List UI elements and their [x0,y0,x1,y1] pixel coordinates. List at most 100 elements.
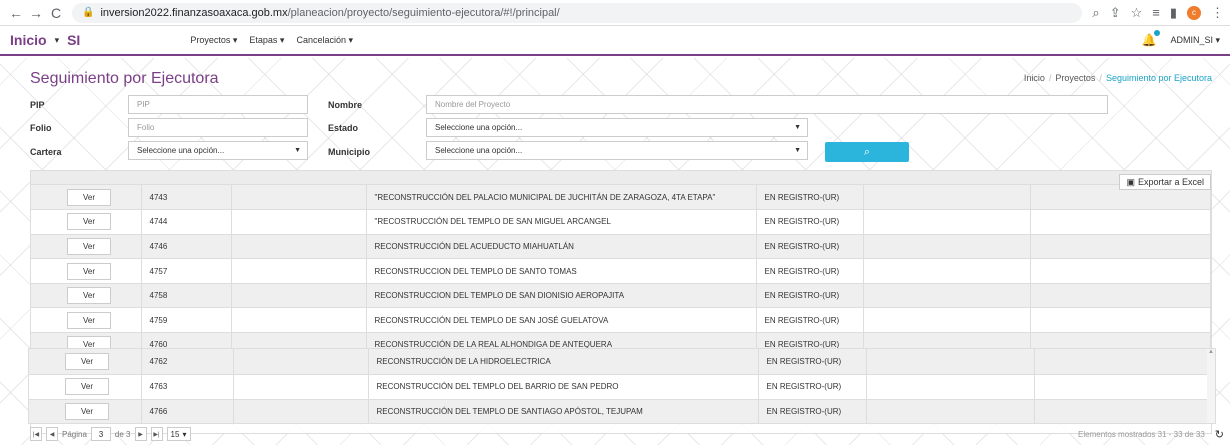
table-row: Ver 4743 "RECONSTRUCCIÓN DEL PALACIO MUNIC… [31,185,1211,211]
folio-input[interactable]: Folio [128,118,308,137]
view-cell: Ver [29,349,142,375]
empty-cell [231,209,367,235]
view-button[interactable]: Ver [67,213,111,231]
project-name-cell: RECONSTRUCCION DEL TEMPLO DE SAN DIONISI… [366,283,757,309]
project-name-cell: "RECOSTRUCCIÓN DEL TEMPLO DE SAN MIGUEL … [366,209,757,235]
folio-cell: 4743 [141,185,232,211]
user-name: ADMIN_SI [1170,34,1213,45]
folio-label: Folio [30,123,52,133]
cartera-value: Seleccione una opción... [137,146,225,155]
view-button[interactable]: Ver [67,311,111,329]
menu-etapas[interactable]: Etapas ▾ [249,35,284,46]
view-cell: Ver [31,307,142,334]
cartera-select[interactable]: Seleccione una opción... ▼ [128,141,308,160]
results-table: Ver 4743 "RECONSTRUCCIÓN DEL PALACIO MUNIC… [31,185,1211,358]
bell-icon[interactable]: 🔔 [1142,30,1161,47]
empty-cell [231,307,367,334]
project-name-cell: RECONSTRUCCION DEL TEMPLO DE SANTO TOMAS [366,258,757,284]
view-button[interactable]: Ver [67,188,111,206]
view-button[interactable]: Ver [65,352,109,370]
page-size-select[interactable]: 15 ▾ [166,427,191,441]
table-row: Ver 4762 RECONSTRUCCIÓN DE LA HIDROELECTRI… [29,349,1215,375]
profile-avatar[interactable]: c [1187,5,1201,20]
browser-toolbar: ← → C 🔒 inversion2022.finanzasoaxaca.gob… [0,0,1230,26]
status-cell: EN REGISTRO-(UR) [758,399,867,423]
prev-page-icon[interactable]: ◀ [46,427,58,441]
pager-info: Elementos mostrados 31 - 33 de 33 [1078,429,1205,439]
side-panel-icon[interactable]: ▮ [1170,5,1177,21]
page-size-value: 15 [170,429,180,439]
vertical-scrollbar[interactable]: ▲ [1207,349,1215,423]
empty-cell [1030,258,1211,284]
zoom-icon[interactable]: ⌕ [1092,5,1099,21]
last-page-icon[interactable]: ▶| [150,427,163,441]
view-button[interactable]: Ver [67,262,111,280]
user-menu[interactable]: ADMIN_SI ▾ [1170,35,1220,46]
page-label: Página [62,429,87,439]
first-page-icon[interactable]: |◀ [30,427,42,441]
page-input[interactable]: 3 [90,427,111,441]
folio-cell: 4757 [141,258,232,284]
empty-cell [1030,307,1211,334]
view-cell: Ver [31,258,142,284]
home-link[interactable]: Inicio [10,32,47,48]
project-name-cell: RECONSTRUCCIÓN DEL ACUEDUCTO MIAHUATLÁN [366,234,757,260]
results-table-overlay: Ver 4762 RECONSTRUCCIÓN DE LA HIDROELECTRI… [29,349,1215,423]
nombre-input[interactable]: Nombre del Proyecto [426,95,1108,114]
menu-label: Cancelación [296,34,346,45]
breadcrumb: Inicio / Proyectos / Seguimiento por Ejecuto… [1023,73,1212,83]
breadcrumb-inicio[interactable]: Inicio [1024,73,1045,83]
chevron-down-icon: ▼ [294,147,301,154]
estado-select[interactable]: Seleccione una opción... ▼ [426,118,808,137]
view-cell: Ver [31,209,142,235]
pip-input[interactable]: PIP [128,95,308,114]
empty-cell [866,374,1035,400]
view-button[interactable]: Ver [65,378,109,395]
empty-cell [863,283,1031,309]
folio-cell: 4763 [141,374,234,400]
excel-icon: ▣ [1126,176,1135,187]
status-cell: EN REGISTRO-(UR) [756,234,864,260]
status-cell: EN REGISTRO-(UR) [756,185,864,211]
search-button[interactable]: ⌕ [825,142,909,162]
menu-proyectos[interactable]: Proyectos ▾ [190,35,237,46]
status-cell: EN REGISTRO-(UR) [756,209,864,235]
view-button[interactable]: Ver [67,237,111,255]
page-of-label: de 3 [114,429,131,439]
estado-label: Estado [328,123,359,133]
empty-cell [866,399,1035,423]
project-name-cell: RECONSTRUCCIÓN DEL TEMPLO DE SANTIAGO AP… [368,399,759,423]
breadcrumb-proyectos[interactable]: Proyectos [1055,73,1095,83]
browser-menu-icon[interactable]: ⋮ [1211,5,1224,21]
bookmark-star-icon[interactable]: ☆ [1131,5,1143,21]
chevron-down-icon[interactable]: ▾ [55,35,60,46]
breadcrumb-current: Seguimiento por Ejecutora [1105,73,1212,83]
view-button[interactable]: Ver [65,403,109,420]
next-page-icon[interactable]: ▶ [134,427,147,441]
address-bar[interactable]: 🔒 inversion2022.finanzasoaxaca.gob.mx /p… [72,2,1083,23]
table-row: Ver 4757 RECONSTRUCCION DEL TEMPLO DE SANT… [31,258,1211,284]
forward-icon[interactable]: → [26,5,46,21]
empty-cell [1030,234,1211,260]
empty-cell [231,185,367,211]
chevron-down-icon: ▼ [794,124,801,131]
refresh-icon[interactable]: ↻ [1215,428,1224,441]
estado-value: Seleccione una opción... [435,123,523,132]
back-icon[interactable]: ← [6,5,26,21]
reload-icon[interactable]: C [46,5,66,21]
reading-list-icon[interactable]: ≡ [1152,5,1160,20]
pager: |◀ ◀ Página 3 de 3 ▶ ▶| 15 ▾ Elementos mo… [30,424,1224,444]
share-icon[interactable]: ⇪ [1110,5,1121,21]
folio-cell: 4758 [141,283,232,309]
grid-toolbar: ▣ Exportar a Excel [31,171,1211,190]
municipio-select[interactable]: Seleccione una opción... ▼ [426,141,808,160]
view-button[interactable]: Ver [67,287,111,305]
empty-cell [1034,374,1215,400]
cartera-label: Cartera [30,147,62,157]
table-row: Ver 4766 RECONSTRUCCIÓN DEL TEMPLO DE SANT… [29,399,1215,423]
status-cell: EN REGISTRO-(UR) [756,307,864,334]
lock-icon: 🔒 [82,7,95,18]
menu-cancelacion[interactable]: Cancelación ▾ [296,35,353,46]
folio-cell: 4762 [141,349,234,375]
export-excel-button[interactable]: ▣ Exportar a Excel [1119,174,1211,190]
